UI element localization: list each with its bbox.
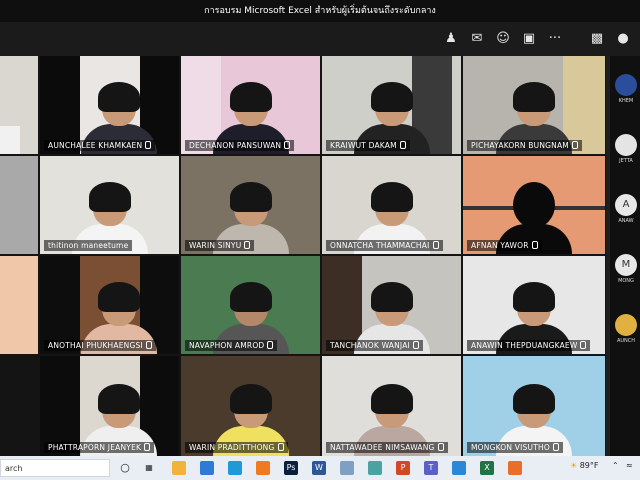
media-icon[interactable] bbox=[508, 461, 522, 475]
sidebar-participant[interactable]: A ANAW bbox=[614, 194, 638, 224]
participant-name: PICHAYAKORN BUNGNAM bbox=[467, 140, 582, 151]
mic-icon[interactable]: ● bbox=[614, 30, 632, 48]
teams-icon[interactable]: T bbox=[424, 461, 438, 475]
explorer-icon[interactable] bbox=[172, 461, 186, 475]
participant-tile[interactable] bbox=[0, 156, 38, 254]
tray-chevron-icon[interactable]: ⌃ bbox=[612, 461, 619, 470]
participant-tile[interactable]: ANOTHAI PHUKHAENGSI bbox=[40, 256, 179, 354]
powerpoint-icon[interactable]: P bbox=[396, 461, 410, 475]
word-icon[interactable]: W bbox=[312, 461, 326, 475]
mail-icon[interactable] bbox=[200, 461, 214, 475]
wifi-icon[interactable]: ≈ bbox=[626, 461, 633, 470]
participant-name: NAVAPHON AMROD bbox=[185, 340, 278, 351]
window-title: การอบรม Microsoft Excel สำหรับผู้เริ่มต้… bbox=[0, 0, 640, 22]
avatar bbox=[615, 74, 637, 96]
participants-sidebar: KHEM JETTA A ANAW M MONG AUNCH bbox=[610, 56, 640, 456]
weather-icon: ☀ bbox=[570, 461, 578, 470]
participant-name: ONNATCHA THAMMACHAI bbox=[326, 240, 443, 251]
participant-name: AUNCHALEE KHAMKAEN bbox=[44, 140, 156, 151]
files-icon[interactable] bbox=[368, 461, 382, 475]
video-grid: AUNCHALEE KHAMKAEN DECHANON PANSUWAN KRA… bbox=[0, 56, 606, 456]
avatar: M bbox=[615, 254, 637, 276]
avatar bbox=[615, 314, 637, 336]
participant-name: ANAWIN THEPDUANGKAEW bbox=[467, 340, 591, 351]
notepad-icon[interactable] bbox=[340, 461, 354, 475]
taskview-icon[interactable]: ▦ bbox=[142, 461, 156, 475]
participant-tile[interactable]: WARIN PRADITTHONG bbox=[181, 356, 320, 456]
participant-name: NATTAWADEE NIMSAWANG bbox=[326, 442, 448, 453]
participant-name: PHATTRAPORN JEANYEK bbox=[44, 442, 155, 453]
edge-icon[interactable] bbox=[228, 461, 242, 475]
participant-name: ANOTHAI PHUKHAENGSI bbox=[44, 340, 156, 351]
participant-tile[interactable]: PHATTRAPORN JEANYEK bbox=[40, 356, 179, 456]
share-icon[interactable]: ▣ bbox=[520, 30, 538, 48]
participant-tile[interactable]: thitinon maneetume bbox=[40, 156, 179, 254]
participant-tile[interactable]: TANCHANOK WANJAI bbox=[322, 256, 461, 354]
participant-name: thitinon maneetume bbox=[44, 240, 133, 251]
chat-icon[interactable]: ✉ bbox=[468, 30, 486, 48]
participant-tile[interactable] bbox=[0, 256, 38, 354]
participant-tile[interactable]: DECHANON PANSUWAN bbox=[181, 56, 320, 154]
taskbar-search[interactable]: arch bbox=[0, 459, 110, 477]
sidebar-participant[interactable]: JETTA bbox=[614, 134, 638, 164]
photoshop-icon[interactable]: Ps bbox=[284, 461, 298, 475]
photos-icon[interactable] bbox=[452, 461, 466, 475]
participant-tile[interactable]: MONGKON VISUTHO bbox=[463, 356, 605, 456]
start-icon[interactable]: ○ bbox=[118, 461, 132, 475]
participant-tile[interactable]: ANAWIN THEPDUANGKAEW bbox=[463, 256, 605, 354]
participant-name: KRAIWUT DAKAM bbox=[326, 140, 410, 151]
participant-tile[interactable]: NAVAPHON AMROD bbox=[181, 256, 320, 354]
participant-name: MONGKON VISUTHO bbox=[467, 442, 563, 453]
sidebar-participant[interactable]: M MONG bbox=[614, 254, 638, 284]
xampp-icon[interactable] bbox=[256, 461, 270, 475]
participant-name: DECHANON PANSUWAN bbox=[185, 140, 295, 151]
participant-name: WARIN SINYU bbox=[185, 240, 255, 251]
more-icon[interactable]: ··· bbox=[546, 30, 564, 48]
excel-icon[interactable]: X bbox=[480, 461, 494, 475]
avatar bbox=[615, 134, 637, 156]
avatar: A bbox=[615, 194, 637, 216]
participant-tile[interactable]: AUNCHALEE KHAMKAEN bbox=[40, 56, 179, 154]
participant-tile[interactable]: NATTAWADEE NIMSAWANG bbox=[322, 356, 461, 456]
participant-tile[interactable] bbox=[0, 56, 38, 154]
participant-tile[interactable]: PICHAYAKORN BUNGNAM bbox=[463, 56, 605, 154]
windows-taskbar: arch ○ ▦ Ps W P T X ☀ 89°F ⌃ ≈ bbox=[0, 456, 640, 480]
people-icon[interactable]: ♟ bbox=[442, 30, 460, 48]
weather-widget[interactable]: ☀ 89°F bbox=[570, 461, 599, 470]
sidebar-participant[interactable]: AUNCH bbox=[614, 314, 638, 344]
participant-tile[interactable]: WARIN SINYU bbox=[181, 156, 320, 254]
reactions-icon[interactable]: ☺ bbox=[494, 30, 512, 48]
meeting-toolbar: ♟ ✉ ☺ ▣ ··· ▩ ● bbox=[0, 22, 640, 56]
camera-icon[interactable]: ▩ bbox=[588, 30, 606, 48]
participant-name: AFNAN YAWOR bbox=[467, 240, 542, 251]
participant-name: WARIN PRADITTHONG bbox=[185, 442, 288, 453]
sidebar-participant[interactable]: KHEM bbox=[614, 74, 638, 104]
participant-tile[interactable]: ONNATCHA THAMMACHAI bbox=[322, 156, 461, 254]
participant-tile[interactable]: KRAIWUT DAKAM bbox=[322, 56, 461, 154]
participant-name: TANCHANOK WANJAI bbox=[326, 340, 423, 351]
participant-tile[interactable]: AFNAN YAWOR bbox=[463, 156, 605, 254]
